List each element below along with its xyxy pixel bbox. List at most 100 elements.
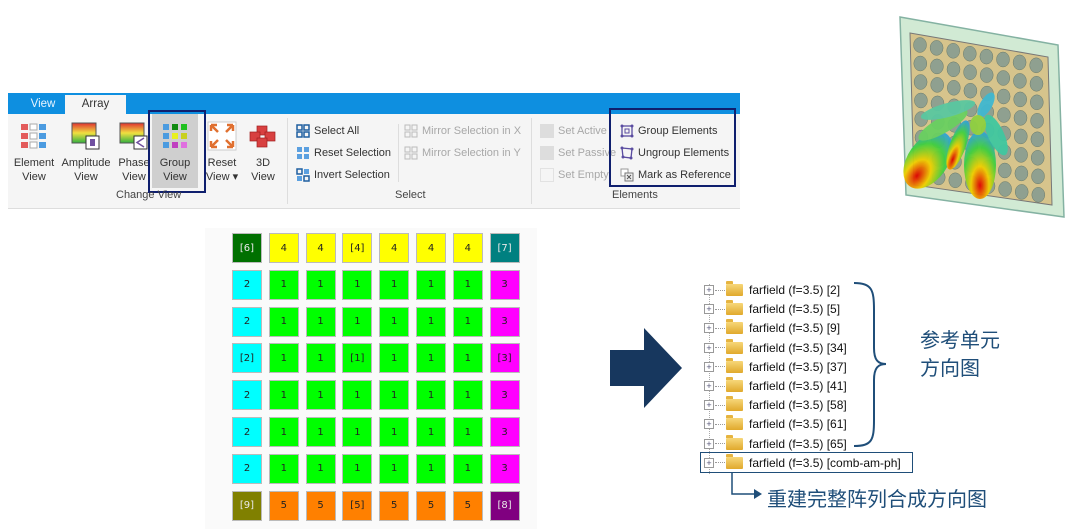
group-cell[interactable]: 5: [416, 490, 446, 521]
group-cell[interactable]: 5: [268, 490, 299, 521]
group-cell[interactable]: 1: [342, 453, 373, 484]
group-cell[interactable]: 5: [452, 490, 483, 521]
group-cell[interactable]: 4: [268, 233, 299, 263]
group-cell[interactable]: 1: [305, 380, 336, 411]
amplitude-view-button[interactable]: Amplitude View: [58, 118, 114, 184]
array-element: [914, 92, 928, 109]
group-cell[interactable]: 2: [232, 269, 262, 300]
group-cell[interactable]: 3: [489, 380, 520, 411]
group-cell[interactable]: 1: [342, 306, 373, 337]
group-cell[interactable]: 1: [305, 417, 336, 447]
array-element: [979, 67, 994, 83]
tree-item[interactable]: + farfield (f=3.5) [61]: [704, 415, 847, 433]
group-cell[interactable]: 1: [268, 343, 299, 374]
group-cell[interactable]: [9]: [232, 490, 262, 521]
set-empty-button[interactable]: Set Empty: [540, 166, 616, 184]
group-cell[interactable]: 1: [416, 380, 446, 411]
tree-item[interactable]: + farfield (f=3.5) [2]: [704, 281, 840, 299]
expand-icon[interactable]: +: [704, 285, 714, 295]
group-cell[interactable]: 1: [379, 343, 410, 374]
invert-selection-button[interactable]: Invert Selection: [296, 166, 391, 184]
group-cell[interactable]: 5: [305, 490, 336, 521]
group-cell[interactable]: 1: [305, 453, 336, 484]
group-cell[interactable]: 1: [342, 380, 373, 411]
group-cell[interactable]: 1: [452, 269, 483, 300]
group-cell[interactable]: 1: [452, 343, 483, 374]
expand-icon[interactable]: +: [704, 381, 714, 391]
group-cell[interactable]: 1: [305, 306, 336, 337]
expand-icon[interactable]: +: [704, 361, 714, 372]
set-passive-button[interactable]: Set Passive: [540, 144, 616, 162]
tree-item[interactable]: + farfield (f=3.5) [41]: [704, 377, 847, 395]
group-cell[interactable]: 2: [232, 306, 262, 337]
group-cell[interactable]: 1: [452, 380, 483, 411]
group-cell[interactable]: 4: [452, 233, 483, 263]
group-cell[interactable]: [6]: [232, 233, 262, 263]
group-cell[interactable]: 1: [268, 306, 299, 337]
group-cell[interactable]: 1: [416, 343, 446, 374]
group-cell[interactable]: 1: [416, 417, 446, 447]
reset-view-button[interactable]: Reset View ▾: [202, 118, 242, 184]
group-cell[interactable]: 3: [489, 269, 520, 300]
tab-array[interactable]: Array: [65, 95, 126, 114]
tab-view[interactable]: View: [22, 95, 64, 114]
group-cell[interactable]: [3]: [489, 343, 520, 374]
group-cell[interactable]: 2: [232, 453, 262, 484]
group-cell[interactable]: [8]: [489, 490, 520, 521]
expand-icon[interactable]: +: [704, 342, 714, 353]
group-cell[interactable]: 1: [416, 269, 446, 300]
3d-view-button[interactable]: 3D View: [244, 118, 282, 184]
group-cell[interactable]: 1: [268, 453, 299, 484]
group-cell[interactable]: 1: [342, 269, 373, 300]
group-cell[interactable]: 3: [489, 417, 520, 447]
tree-item[interactable]: + farfield (f=3.5) [34]: [704, 338, 847, 357]
group-cell[interactable]: 4: [416, 233, 446, 263]
group-cell[interactable]: [1]: [342, 343, 373, 374]
group-cell[interactable]: 1: [305, 343, 336, 374]
set-active-button[interactable]: Set Active: [540, 122, 616, 140]
group-cell[interactable]: 2: [232, 417, 262, 447]
group-cell[interactable]: 1: [452, 417, 483, 447]
tree-item[interactable]: + farfield (f=3.5) [9]: [704, 319, 840, 337]
element-view-button[interactable]: Element View: [10, 118, 58, 184]
group-cell[interactable]: 1: [305, 269, 336, 300]
group-cell[interactable]: 1: [416, 453, 446, 484]
group-cell[interactable]: 1: [379, 269, 410, 300]
group-cell[interactable]: 1: [452, 306, 483, 337]
group-cell[interactable]: [2]: [232, 343, 262, 374]
group-cell[interactable]: [4]: [342, 233, 373, 263]
mirror-selection-y-button[interactable]: Mirror Selection in Y: [404, 144, 521, 162]
group-cell[interactable]: 1: [379, 453, 410, 484]
group-cell[interactable]: [7]: [489, 233, 520, 263]
group-cell[interactable]: 1: [379, 380, 410, 411]
group-cell[interactable]: 1: [268, 417, 299, 447]
group-cell[interactable]: 3: [489, 306, 520, 337]
reset-selection-button[interactable]: Reset Selection: [296, 144, 391, 162]
group-cell[interactable]: 5: [379, 490, 410, 521]
expand-icon[interactable]: +: [704, 419, 714, 430]
expand-icon[interactable]: +: [704, 304, 714, 315]
group-cell[interactable]: 1: [416, 306, 446, 337]
group-cell[interactable]: [5]: [342, 490, 373, 521]
expand-icon[interactable]: +: [704, 438, 714, 449]
group-cell[interactable]: 2: [232, 380, 262, 411]
group-cell[interactable]: 1: [268, 380, 299, 411]
group-cell[interactable]: 1: [268, 269, 299, 300]
expand-icon[interactable]: +: [704, 400, 714, 411]
expand-icon[interactable]: +: [704, 323, 714, 334]
tree-item[interactable]: + farfield (f=3.5) [65]: [704, 434, 847, 453]
group-cell[interactable]: 1: [379, 306, 410, 337]
group-cell[interactable]: 1: [342, 417, 373, 447]
group-cell[interactable]: 1: [379, 417, 410, 447]
select-all-button[interactable]: Select All: [296, 122, 391, 140]
tree-item[interactable]: + farfield (f=3.5) [37]: [704, 357, 847, 376]
group-cell[interactable]: 4: [305, 233, 336, 263]
tree-item[interactable]: + farfield (f=3.5) [58]: [704, 396, 847, 414]
array-element: [963, 45, 977, 62]
group-cell[interactable]: 3: [489, 453, 520, 484]
tree-item[interactable]: + farfield (f=3.5) [5]: [704, 300, 840, 318]
mirror-selection-x-button[interactable]: Mirror Selection in X: [404, 122, 521, 140]
group-cell[interactable]: 1: [452, 453, 483, 484]
button-label: 3D: [255, 157, 271, 169]
group-cell[interactable]: 4: [379, 233, 410, 263]
